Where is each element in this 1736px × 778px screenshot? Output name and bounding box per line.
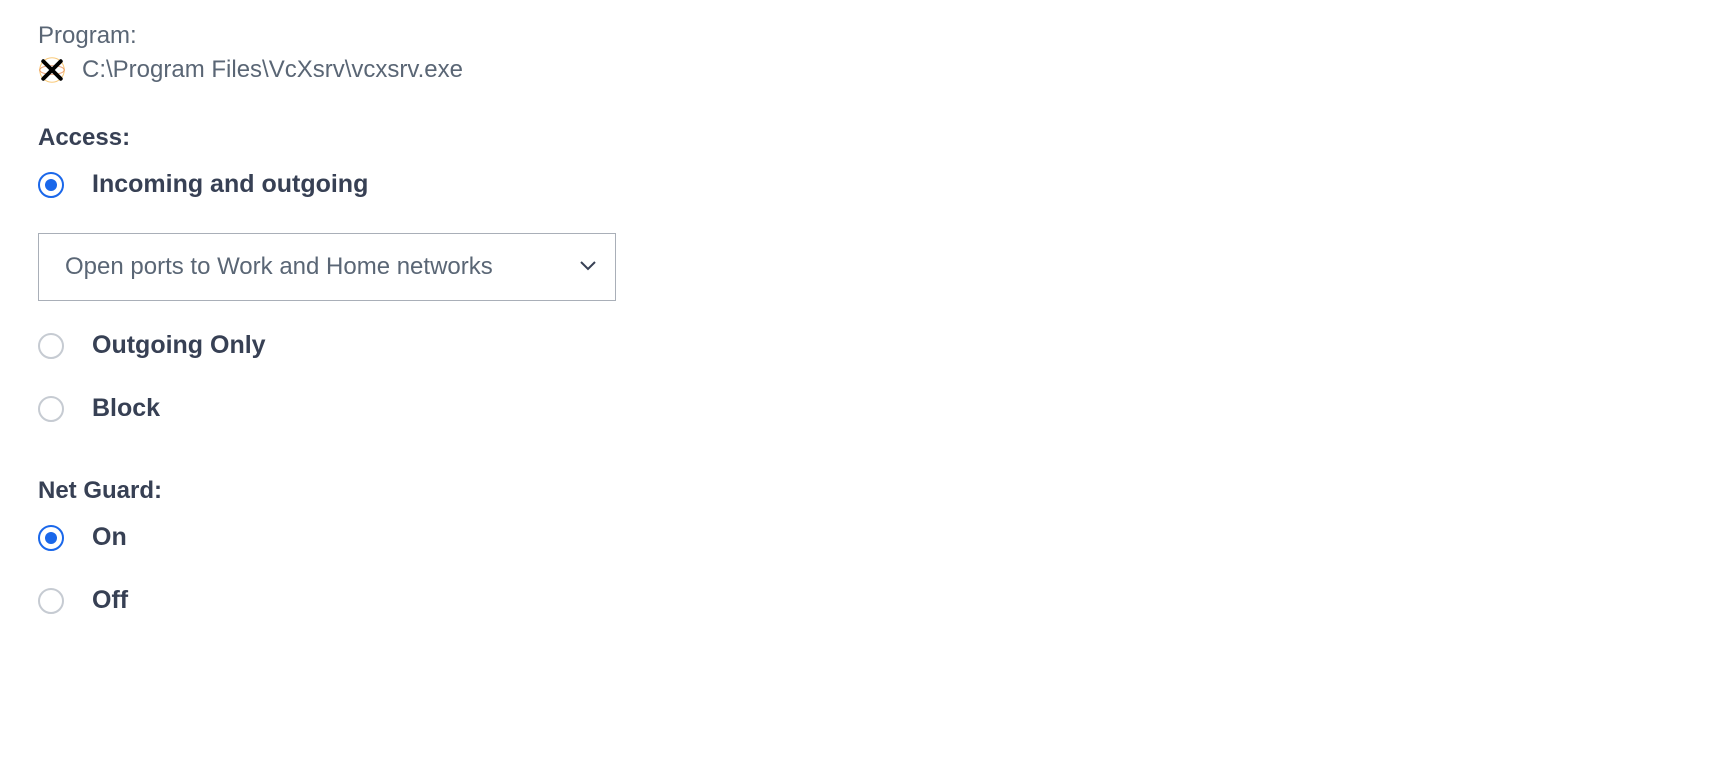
access-label: Access:: [38, 124, 1736, 152]
vcxsrv-x-icon: [38, 56, 66, 84]
ports-select-box[interactable]: Open ports to Work and Home networks: [38, 233, 616, 301]
radio-incoming-outgoing[interactable]: [38, 172, 64, 198]
program-row: C:\Program Files\VcXsrv\vcxsrv.exe: [38, 56, 1736, 84]
radio-outgoing-only[interactable]: [38, 333, 64, 359]
radio-block[interactable]: [38, 396, 64, 422]
radio-row-block[interactable]: Block: [38, 394, 1736, 423]
firewall-rule-settings: Program: C:\Program Files\VcXsrv\vcxsrv.…: [0, 0, 1736, 615]
radio-row-netguard-off[interactable]: Off: [38, 586, 1736, 615]
radio-label-outgoing-only: Outgoing Only: [92, 331, 266, 360]
radio-label-netguard-on: On: [92, 523, 127, 552]
radio-row-outgoing-only[interactable]: Outgoing Only: [38, 331, 1736, 360]
radio-netguard-off[interactable]: [38, 588, 64, 614]
ports-select-value: Open ports to Work and Home networks: [65, 253, 493, 281]
net-guard-label: Net Guard:: [38, 477, 1736, 505]
radio-label-netguard-off: Off: [92, 586, 128, 615]
radio-label-block: Block: [92, 394, 160, 423]
program-label: Program:: [38, 22, 1736, 50]
radio-row-incoming-outgoing[interactable]: Incoming and outgoing: [38, 170, 1736, 199]
radio-label-incoming-outgoing: Incoming and outgoing: [92, 170, 368, 199]
radio-row-netguard-on[interactable]: On: [38, 523, 1736, 552]
radio-netguard-on[interactable]: [38, 525, 64, 551]
ports-select[interactable]: Open ports to Work and Home networks: [38, 233, 616, 301]
program-path: C:\Program Files\VcXsrv\vcxsrv.exe: [82, 56, 463, 84]
